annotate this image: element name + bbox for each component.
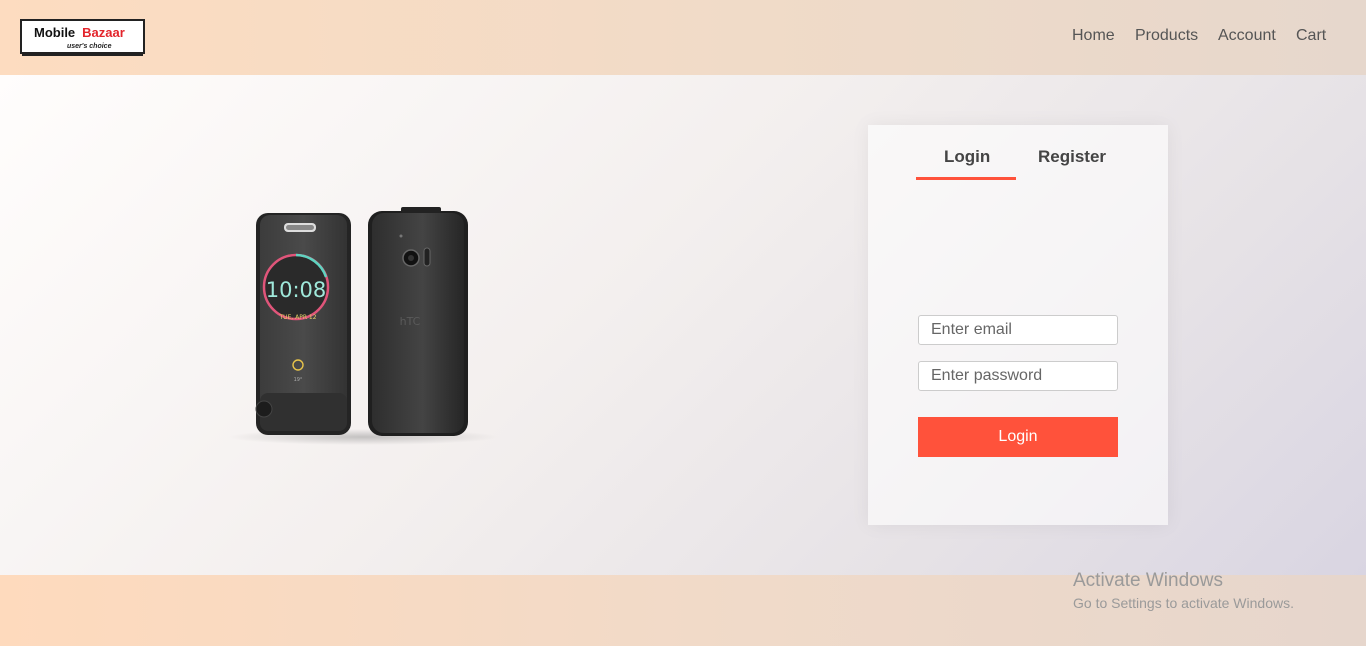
email-field[interactable]	[918, 315, 1118, 345]
brand-logo[interactable]: Mobile Bazaar user's choice	[20, 19, 145, 56]
logo-brand-part1: Mobile	[34, 25, 76, 40]
phone-back: hTC	[368, 207, 468, 436]
tab-login[interactable]: Login	[944, 147, 990, 167]
phone-front: 10:08 TUE, APR 12 19°	[255, 213, 351, 435]
password-field[interactable]	[918, 361, 1118, 391]
login-button[interactable]: Login	[918, 417, 1118, 457]
nav-account[interactable]: Account	[1218, 27, 1276, 45]
nav-products[interactable]: Products	[1135, 27, 1198, 45]
nav-cart[interactable]: Cart	[1296, 27, 1326, 45]
logo-brand-part2: Bazaar	[82, 25, 125, 40]
logo-text: Mobile Bazaar	[34, 25, 125, 40]
login-card: Login Register Login	[868, 125, 1168, 525]
watermark-title: Activate Windows	[1073, 570, 1223, 591]
phone-weather: 19°	[294, 377, 303, 383]
navbar: Mobile Bazaar user's choice Home Products…	[0, 0, 1366, 75]
watermark-subtitle: Go to Settings to activate Windows.	[1073, 595, 1294, 611]
phone-time: 10:08	[266, 278, 327, 302]
tab-register[interactable]: Register	[1038, 147, 1106, 167]
nav-home[interactable]: Home	[1072, 27, 1115, 45]
tab-indicator	[916, 177, 1016, 180]
phone-date: TUE, APR 12	[278, 314, 316, 321]
logo-tagline: user's choice	[67, 43, 112, 50]
logo-underline	[22, 53, 143, 56]
phone-brand-mark: hTC	[400, 315, 421, 328]
phone-product-image: 10:08 TUE, APR 12 19° hTC	[228, 207, 498, 445]
